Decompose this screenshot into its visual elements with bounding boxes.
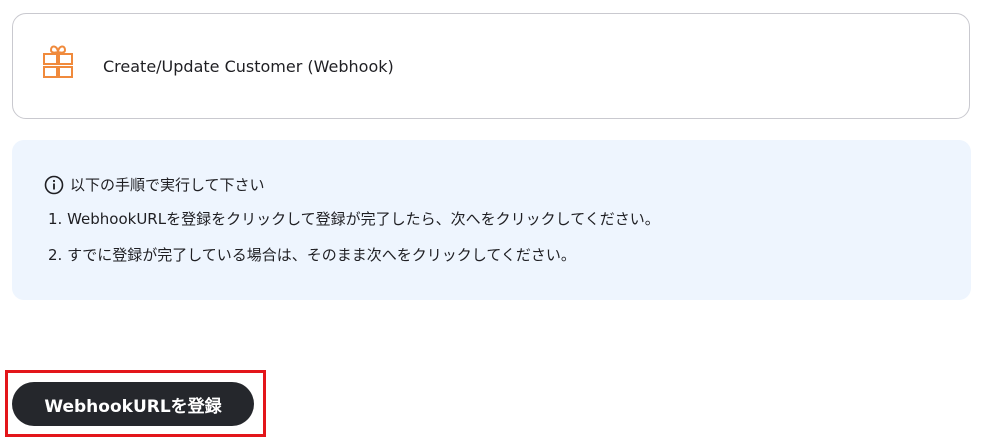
instructions-heading-text: 以下の手順で実行して下さい	[70, 176, 265, 194]
info-circle-icon	[44, 175, 64, 195]
instruction-step-1: 1. WebhookURLを登録をクリックして登録が完了したら、次へをクリックし…	[48, 210, 660, 228]
trigger-card[interactable]: Create/Update Customer (Webhook)	[12, 13, 970, 119]
instructions-box: 以下の手順で実行して下さい 1. WebhookURLを登録をクリックして登録が…	[12, 140, 971, 300]
register-webhook-url-button[interactable]: WebhookURLを登録	[12, 382, 254, 426]
gift-box-icon	[41, 44, 75, 88]
instruction-step-2: 2. すでに登録が完了している場合は、そのまま次へをクリックしてください。	[48, 246, 576, 264]
instructions-heading: 以下の手順で実行して下さい	[44, 174, 265, 196]
trigger-title: Create/Update Customer (Webhook)	[103, 57, 394, 76]
